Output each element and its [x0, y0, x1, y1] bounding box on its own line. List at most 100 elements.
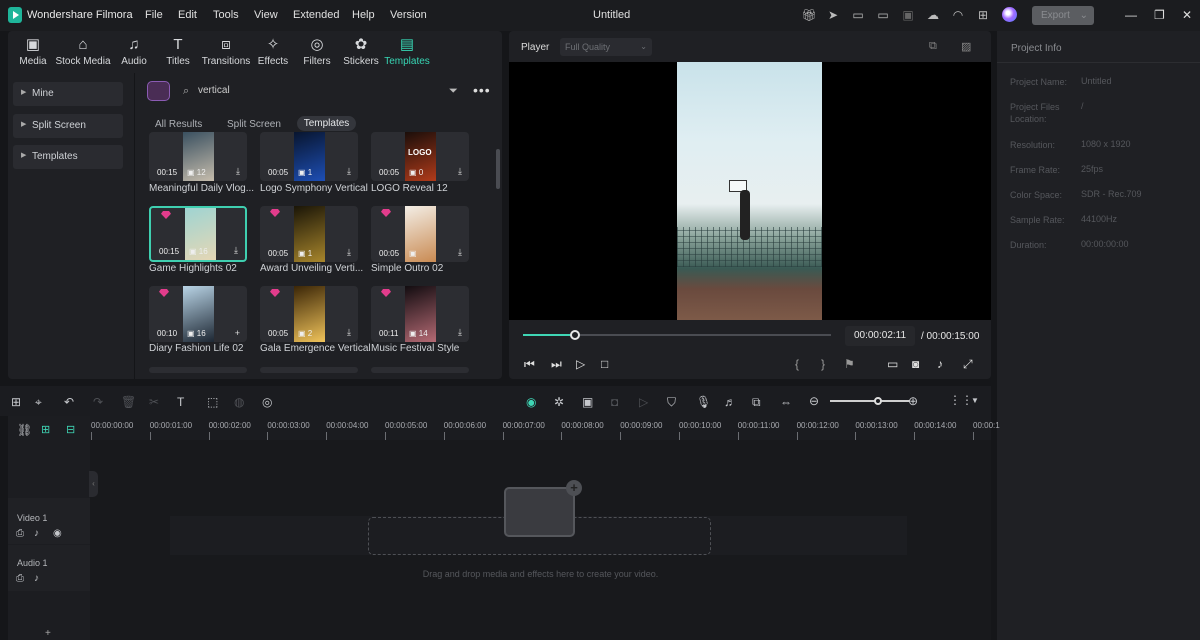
record-voice-icon[interactable]: ▣: [582, 395, 593, 409]
render-icon[interactable]: ▷: [639, 395, 648, 409]
zoom-slider[interactable]: [830, 400, 910, 402]
mute-icon[interactable]: ♪: [34, 528, 39, 539]
tab-all-results[interactable]: All Results: [155, 119, 202, 130]
download-icon[interactable]: ⤓: [458, 247, 462, 258]
fullscreen-icon[interactable]: ⤢: [963, 357, 973, 372]
mark-in-icon[interactable]: {: [795, 357, 799, 371]
music-list-icon[interactable]: ♬: [724, 395, 736, 409]
filter-icon[interactable]: ⏷: [449, 85, 458, 98]
download-icon[interactable]: ⤓: [236, 166, 240, 177]
zoom-handle[interactable]: [874, 397, 882, 405]
current-timecode[interactable]: 00:00:02:11: [845, 326, 915, 346]
display-icon[interactable]: ▭: [887, 357, 898, 371]
template-card[interactable]: [149, 367, 247, 373]
menu-tools[interactable]: Tools: [213, 9, 239, 21]
template-card[interactable]: 00:05 ▣ ⤓: [371, 206, 469, 262]
sidebar-item-mine[interactable]: ▶ Mine: [13, 82, 123, 106]
tab-templates[interactable]: ▤ Templates: [379, 37, 435, 68]
save-icon[interactable]: ▣: [900, 8, 916, 22]
download-icon[interactable]: ⤓: [458, 166, 462, 177]
mark-out-icon[interactable]: }: [821, 357, 825, 371]
ai-tool-icon[interactable]: ◎: [262, 395, 272, 409]
download-icon[interactable]: ⤓: [458, 327, 462, 338]
tab-split-screen[interactable]: Split Screen: [227, 119, 281, 130]
text-tool-icon[interactable]: T: [177, 395, 184, 409]
chevron-down-icon[interactable]: ▼: [971, 396, 979, 405]
menu-view[interactable]: View: [254, 9, 278, 21]
download-icon[interactable]: ⤓: [347, 166, 351, 177]
lock-icon[interactable]: ⎙: [16, 528, 24, 539]
template-card[interactable]: LOGO 00:05 ▣ 0 ⤓: [371, 132, 469, 181]
select-tool-icon[interactable]: ⌖: [35, 395, 42, 410]
sidebar-item-templates[interactable]: ▶ Templates: [13, 145, 123, 169]
shield-icon[interactable]: ⛉: [667, 395, 676, 410]
delete-icon[interactable]: 🗑︎: [121, 395, 136, 409]
template-card[interactable]: 00:05 ▣ 2 ⤓: [260, 286, 358, 342]
layout-grid-icon[interactable]: ⊞: [11, 395, 21, 409]
menu-help[interactable]: Help: [352, 9, 375, 21]
zoom-out-icon[interactable]: ⊖: [809, 394, 819, 408]
undo-icon[interactable]: ↶: [64, 395, 74, 409]
crop-icon[interactable]: ⬚: [207, 395, 218, 409]
add-audio-track-icon[interactable]: ⊟: [66, 423, 75, 436]
template-card[interactable]: 00:05 ▣ 1 ⤓: [260, 132, 358, 181]
minimize-icon[interactable]: —: [1125, 8, 1137, 22]
track-options-icon[interactable]: ⋮⋮: [949, 393, 973, 407]
marker-icon[interactable]: ⚑: [844, 357, 855, 371]
premium-crown-icon[interactable]: [147, 81, 170, 101]
export-button[interactable]: Export ⌄: [1032, 6, 1094, 25]
sidebar-item-split-screen[interactable]: ▶ Split Screen: [13, 114, 123, 138]
redo-icon[interactable]: ↷: [93, 395, 103, 409]
menu-version[interactable]: Version: [390, 9, 427, 21]
camera-record-icon[interactable]: ◘: [611, 395, 618, 409]
send-icon[interactable]: ➤: [825, 8, 841, 22]
download-icon[interactable]: ⤓: [347, 247, 351, 258]
template-card[interactable]: 00:15 ▣ 16 ⤓: [149, 206, 247, 262]
tab-stock-media[interactable]: ⌂ Stock Media: [55, 37, 111, 68]
close-icon[interactable]: ✕: [1182, 8, 1192, 22]
add-track-icon[interactable]: +: [45, 628, 51, 639]
more-options-icon[interactable]: •••: [473, 82, 491, 98]
collapse-panel-handle[interactable]: ‹: [89, 471, 98, 497]
cloud-upload-icon[interactable]: ☁: [925, 8, 941, 22]
volume-icon[interactable]: ♪: [937, 357, 943, 371]
search-input[interactable]: [198, 85, 398, 96]
mute-icon[interactable]: ♪: [34, 573, 39, 584]
add-icon[interactable]: +: [235, 328, 240, 338]
tab-templates-results[interactable]: Templates: [297, 116, 356, 131]
template-card[interactable]: 00:05 ▣ 1 ⤓: [260, 206, 358, 262]
tab-media[interactable]: ▣ Media: [5, 37, 61, 68]
camera-icon[interactable]: ◙: [912, 357, 919, 371]
stop-icon[interactable]: □: [601, 357, 608, 371]
color-icon[interactable]: ◍: [234, 395, 244, 409]
grid-view-icon[interactable]: ⧉: [929, 40, 937, 53]
zoom-in-icon[interactable]: ⊕: [908, 394, 918, 408]
add-video-track-icon[interactable]: ⊞: [41, 423, 50, 436]
fit-icon[interactable]: ⇔: [780, 395, 792, 409]
menu-file[interactable]: File: [145, 9, 163, 21]
download-icon[interactable]: ⤓: [234, 245, 238, 256]
message-icon[interactable]: ▭: [850, 8, 866, 22]
lock-icon[interactable]: ⎙: [16, 573, 24, 584]
quality-select[interactable]: Full Quality ⌄: [560, 38, 652, 56]
ai-copilot-icon[interactable]: ◉: [526, 395, 536, 409]
export-frame-icon[interactable]: ⧉: [752, 395, 761, 410]
template-card[interactable]: [260, 367, 358, 373]
scrollbar[interactable]: [496, 149, 500, 189]
eye-icon[interactable]: ◉: [53, 528, 62, 539]
headset-icon[interactable]: ◠: [950, 8, 966, 22]
play-icon[interactable]: ▷: [576, 357, 585, 371]
template-card[interactable]: 00:15 ▣ 12 ⤓: [149, 132, 247, 181]
snap-icon[interactable]: ✲: [554, 395, 564, 409]
link-icon[interactable]: ⛓: [17, 423, 32, 437]
template-card[interactable]: 00:11 ▣ 14 ⤓: [371, 286, 469, 342]
previous-frame-icon[interactable]: ⏮: [524, 357, 535, 372]
grid-apps-icon[interactable]: ⊞: [975, 8, 991, 22]
progress-handle[interactable]: [570, 330, 581, 340]
template-card[interactable]: [371, 367, 469, 373]
template-card[interactable]: 00:10 ▣ 16 +: [149, 286, 247, 342]
microphone-icon[interactable]: 🎙︎: [696, 395, 711, 409]
snapshot-view-icon[interactable]: ▨: [961, 40, 971, 53]
cut-icon[interactable]: ✂: [149, 395, 159, 409]
layout-icon[interactable]: ▭: [875, 8, 891, 22]
